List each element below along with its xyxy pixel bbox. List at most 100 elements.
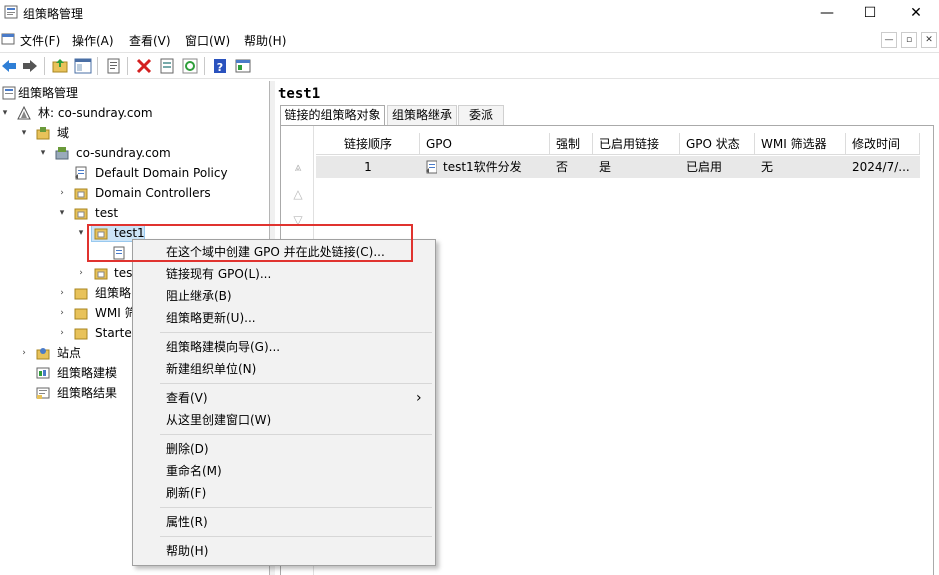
forest-icon [17,106,31,120]
gpo-folder-icon [74,288,88,300]
cell-gpo-status: 已启用 [680,156,755,178]
expand-arrow-icon[interactable]: ▾ [76,223,86,243]
collapse-arrow-icon[interactable]: › [19,343,29,363]
tree-item-domain[interactable]: co-sundray.com [76,143,171,163]
column-link-enabled[interactable]: 已启用链接 [593,133,680,155]
cell-enforced: 否 [550,156,593,178]
cell-gpo: test1软件分发 [437,156,550,178]
gpmc-root-icon [2,86,16,100]
cell-link-order: 1 [316,156,420,178]
menu-item-gp-update[interactable]: 组策略更新(U)... [166,308,256,328]
domain-icon [55,147,69,160]
menu-help[interactable]: 帮助(H) [244,32,286,49]
tree-item-forest[interactable]: 林: co-sundray.com [38,103,153,123]
column-gpo-status[interactable]: GPO 状态 [680,133,755,155]
expand-arrow-icon[interactable]: ▾ [0,103,10,123]
menu-item-modeling-wizard[interactable]: 组策略建模向导(G)... [166,337,280,357]
properties-icon[interactable] [104,57,122,75]
tree-item-modeling[interactable]: 组策略建模 [57,363,117,383]
menu-item-view[interactable]: 查看(V) [166,388,208,408]
mdi-restore-button[interactable]: ▫ [901,32,917,48]
tree-item-default-domain-policy[interactable]: Default Domain Policy [95,163,228,183]
forward-icon[interactable] [21,57,39,75]
ou-folder-icon [74,188,88,200]
modeling-icon [36,367,50,379]
ou-folder-icon [74,208,88,220]
tree-item-test-sibling[interactable]: tes [114,263,132,283]
console-icon[interactable] [234,57,252,75]
toolbar-separator [204,57,205,75]
menu-item-help[interactable]: 帮助(H) [166,541,208,561]
starter-folder-icon [74,328,88,340]
collapse-arrow-icon[interactable]: › [57,323,67,343]
move-top-icon[interactable]: ⩓ [291,160,305,174]
expand-arrow-icon[interactable]: ▾ [38,143,48,163]
cell-link-enabled: 是 [593,156,680,178]
tree-item-gpo-objects[interactable]: 组策略 [95,283,131,303]
menu-separator [160,434,432,435]
mdi-close-button[interactable]: ✕ [921,32,937,48]
tree-item-sites[interactable]: 站点 [57,343,81,363]
expand-arrow-icon[interactable]: ▾ [19,123,29,143]
menu-separator [160,536,432,537]
delete-icon[interactable] [135,57,153,75]
menu-file[interactable]: 文件(F) [20,32,60,49]
title-bar [0,0,939,26]
maximize-button[interactable]: ☐ [847,0,893,26]
folder-up-icon[interactable] [51,57,69,75]
refresh-icon[interactable] [181,57,199,75]
menu-item-new-window[interactable]: 从这里创建窗口(W) [166,410,271,430]
tree-item-root[interactable]: 组策略管理 [18,83,78,103]
collapse-arrow-icon[interactable]: › [57,183,67,203]
tree-item-domains[interactable]: 域 [57,123,69,143]
show-hide-tree-icon[interactable] [74,57,92,75]
collapse-arrow-icon[interactable]: › [57,283,67,303]
column-gpo[interactable]: GPO [420,133,550,155]
window-title: 组策略管理 [23,7,84,21]
close-button[interactable]: ✕ [893,0,939,26]
annotation-highlight-box [87,224,413,262]
help-icon[interactable]: ? [211,57,229,75]
menu-item-rename[interactable]: 重命名(M) [166,461,222,481]
mdi-minimize-button[interactable]: — [881,32,897,48]
menu-item-link-existing-gpo[interactable]: 链接现有 GPO(L)... [166,264,271,284]
console-menu-icon[interactable] [1,32,15,46]
export-icon[interactable] [158,57,176,75]
tab-gpo-inheritance[interactable]: 组策略继承 [387,105,457,125]
cell-wmi-filter: 无 [755,156,846,178]
sites-icon [36,348,50,360]
menu-item-delete[interactable]: 删除(D) [166,439,209,459]
back-icon[interactable] [0,57,18,75]
ou-folder-icon [94,268,108,280]
menu-window[interactable]: 窗口(W) [185,32,230,49]
menu-bar: 文件(F) 操作(A) 查看(V) 窗口(W) 帮助(H) [0,29,939,51]
tree-item-starter-gpos[interactable]: Starter [95,323,137,343]
menu-item-refresh[interactable]: 刷新(F) [166,483,206,503]
tab-linked-gpos[interactable]: 链接的组策略对象 [280,105,385,126]
menu-item-properties[interactable]: 属性(R) [166,512,208,532]
gpmc-app-icon [4,5,18,19]
tree-item-results[interactable]: 组策略结果 [57,383,117,403]
menu-item-block-inheritance[interactable]: 阻止继承(B) [166,286,232,306]
column-link-order[interactable]: 链接顺序 [316,133,420,155]
tab-delegation[interactable]: 委派 [458,105,504,125]
gpo-link-icon [75,166,87,180]
tree-item-wmi-filters[interactable]: WMI 筛 [95,303,137,323]
collapse-arrow-icon[interactable]: › [57,303,67,323]
collapse-arrow-icon[interactable]: › [76,263,86,283]
tree-item-domain-controllers[interactable]: Domain Controllers [95,183,211,203]
minimize-button[interactable]: — [804,0,850,26]
tree-item-test[interactable]: test [95,203,118,223]
column-modified[interactable]: 修改时间 [846,133,920,155]
details-title: test1 [278,86,321,102]
domains-icon [36,127,50,140]
column-enforced[interactable]: 强制 [550,133,593,155]
toolbar-separator [44,57,45,75]
menu-item-new-ou[interactable]: 新建组织单位(N) [166,359,256,379]
expand-arrow-icon[interactable]: ▾ [57,203,67,223]
column-wmi-filter[interactable]: WMI 筛选器 [755,133,846,155]
toolbar: ? [0,52,939,79]
menu-action[interactable]: 操作(A) [72,32,114,49]
menu-view[interactable]: 查看(V) [129,32,171,49]
move-up-icon[interactable]: △ [291,187,305,201]
